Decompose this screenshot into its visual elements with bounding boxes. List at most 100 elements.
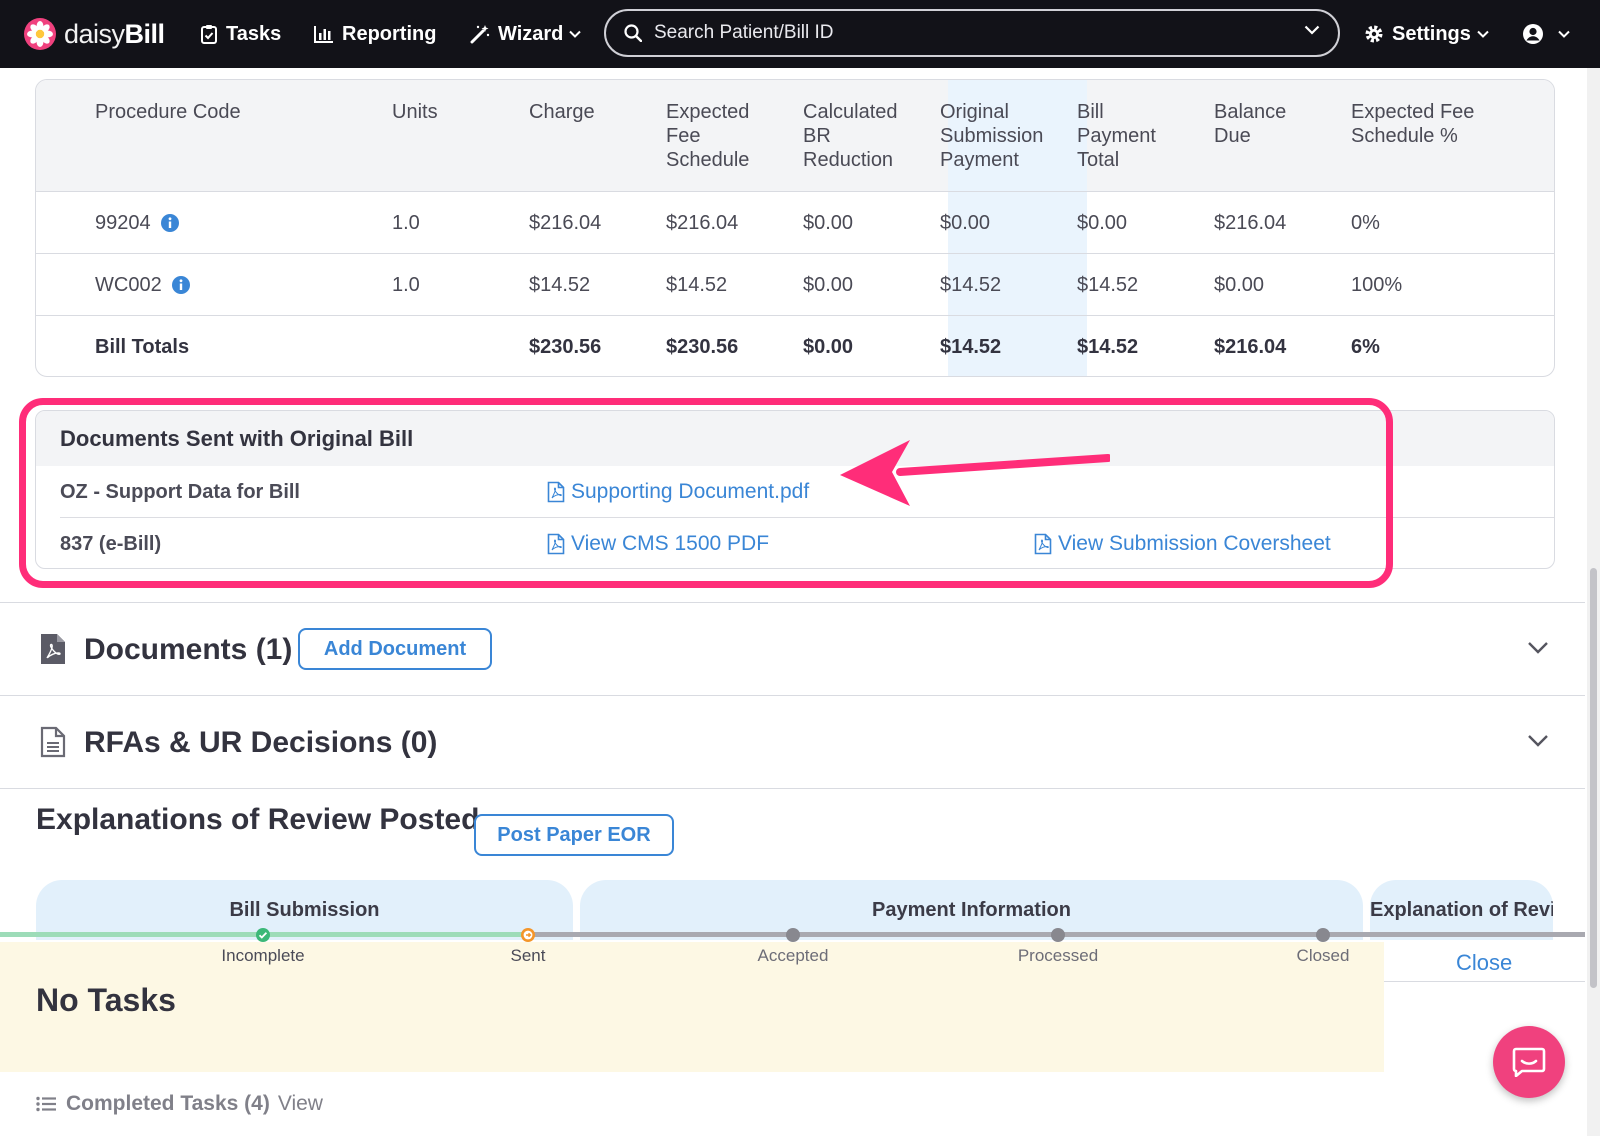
- submission-coversheet-link[interactable]: View Submission Coversheet: [1034, 518, 1331, 568]
- procedure-table: Procedure Code Units Charge Expected Fee…: [35, 79, 1555, 377]
- completed-tasks-row[interactable]: Completed Tasks (4) View: [36, 1088, 323, 1120]
- cell-expected-fee: $216.04: [666, 212, 739, 234]
- document-label: OZ - Support Data for Bill: [60, 481, 300, 503]
- cms-1500-pdf-link[interactable]: View CMS 1500 PDF: [547, 518, 770, 568]
- pdf-document-icon: [41, 634, 65, 664]
- user-avatar-icon: [1523, 24, 1543, 44]
- documents-sent-card: Documents Sent with Original Bill OZ - S…: [35, 410, 1555, 569]
- cell-fee-pct: 100%: [1351, 274, 1403, 296]
- cell-payment-total: $14.52: [1077, 274, 1139, 296]
- brand-name-light: daisy: [64, 18, 125, 49]
- clipboard-check-icon: [201, 25, 217, 44]
- nav-tasks[interactable]: Tasks: [200, 0, 281, 68]
- status-tracker: [0, 928, 1585, 942]
- totals-label: Bill Totals: [95, 336, 190, 358]
- cell-br-reduction: $0.00: [803, 274, 854, 296]
- chat-launcher-button[interactable]: [1493, 1026, 1565, 1098]
- nav-reporting[interactable]: Reporting: [314, 0, 436, 68]
- search-input[interactable]: Search Patient/Bill ID: [654, 22, 834, 44]
- header-expected-fee: Expected Fee Schedule: [666, 101, 750, 171]
- chevron-down-icon[interactable]: [1527, 641, 1549, 655]
- document-icon: [40, 726, 66, 758]
- chevron-down-icon[interactable]: [1304, 25, 1320, 35]
- step-complete-dot: [256, 928, 270, 942]
- step-label-sent: Sent: [510, 946, 546, 965]
- step-label-accepted: Accepted: [757, 946, 829, 965]
- cell-orig-payment: $0.00: [940, 212, 991, 234]
- scrollbar[interactable]: [1587, 68, 1600, 1136]
- cell-payment-total: $0.00: [1077, 212, 1128, 234]
- cell-orig-payment: $14.52: [940, 274, 1002, 296]
- scrollbar-thumb[interactable]: [1590, 568, 1597, 988]
- rfas-section-title: RFAs & UR Decisions (0): [84, 726, 438, 759]
- info-icon[interactable]: [171, 276, 190, 294]
- section-divider: [0, 788, 1585, 789]
- cell-code: 99204: [95, 192, 179, 254]
- procedure-code: WC002: [95, 274, 162, 296]
- step-label-processed: Processed: [1017, 946, 1099, 965]
- bar-chart-icon: [314, 26, 333, 43]
- submission-coversheet-label: View Submission Coversheet: [1058, 532, 1331, 555]
- cell-balance-due: $0.00: [1214, 274, 1265, 296]
- arrow-right-icon: [523, 930, 533, 940]
- nav-wizard[interactable]: Wizard: [470, 0, 582, 68]
- total-br-reduction: $0.00: [803, 336, 854, 358]
- search-bar[interactable]: Search Patient/Bill ID: [604, 9, 1340, 57]
- tasks-panel: [0, 942, 1384, 1072]
- brand-logo[interactable]: daisyBill: [24, 18, 165, 50]
- total-orig-payment: $14.52: [940, 336, 1002, 358]
- chevron-down-icon: [1558, 30, 1570, 38]
- rfas-section[interactable]: RFAs & UR Decisions (0): [0, 695, 1585, 788]
- list-item: 837 (e-Bill) View CMS 1500 PDF View Subm…: [60, 518, 1554, 568]
- documents-section[interactable]: Documents (1) Add Document: [0, 602, 1585, 695]
- cell-charge: $14.52: [529, 274, 591, 296]
- chevron-down-icon: [569, 30, 582, 38]
- total-fee-pct: 6%: [1351, 336, 1380, 358]
- chevron-down-icon: [1477, 30, 1489, 38]
- cell-units: 1.0: [392, 274, 420, 296]
- nav-settings[interactable]: Settings: [1364, 0, 1489, 68]
- nav-wizard-label: Wizard: [498, 22, 564, 45]
- close-button[interactable]: Close: [1456, 946, 1512, 980]
- brand-name-bold: Bill: [124, 18, 166, 49]
- step-label-incomplete: Incomplete: [221, 946, 305, 965]
- nav-settings-label: Settings: [1392, 22, 1471, 45]
- supporting-document-link[interactable]: Supporting Document.pdf: [547, 466, 809, 518]
- top-navbar: daisyBill Tasks Reporting Wizard Search …: [0, 0, 1600, 68]
- header-charge: Charge: [529, 101, 595, 123]
- step-pending-dot: [1051, 928, 1065, 942]
- cell-expected-fee: $14.52: [666, 274, 728, 296]
- chevron-down-icon[interactable]: [1527, 734, 1549, 748]
- table-header: Procedure Code Units Charge Expected Fee…: [36, 80, 1554, 192]
- total-payment-total: $14.52: [1077, 336, 1139, 358]
- header-br-reduction: Calculated BR Reduction: [803, 101, 898, 171]
- header-orig-payment: Original Submission Payment: [940, 101, 1044, 171]
- eor-section-title: Explanations of Review Posted: [36, 803, 480, 836]
- total-expected-fee: $230.56: [666, 336, 739, 358]
- step-current-dot: [521, 928, 535, 942]
- daisy-flower-icon: [24, 18, 56, 50]
- header-payment-total: Bill Payment Total: [1077, 101, 1156, 171]
- header-procedure-code: Procedure Code: [95, 101, 241, 123]
- add-document-button[interactable]: Add Document: [298, 628, 492, 670]
- no-tasks-message: No Tasks: [36, 982, 176, 1018]
- cell-balance-due: $216.04: [1214, 212, 1287, 234]
- document-label: 837 (e-Bill): [60, 533, 162, 555]
- search-icon: [624, 24, 642, 42]
- total-charge: $230.56: [529, 336, 602, 358]
- supporting-document-label: Supporting Document.pdf: [571, 480, 810, 503]
- pdf-file-icon: [547, 481, 565, 503]
- completed-tasks-view-link[interactable]: View: [278, 1092, 323, 1116]
- info-icon[interactable]: [160, 214, 179, 232]
- list-item: OZ - Support Data for Bill Supporting Do…: [60, 466, 1554, 518]
- pdf-file-icon: [1034, 533, 1052, 555]
- magic-wand-icon: [470, 25, 490, 44]
- pdf-file-icon: [547, 533, 565, 555]
- cms-1500-pdf-label: View CMS 1500 PDF: [571, 532, 770, 555]
- documents-section-title: Documents (1): [84, 633, 293, 666]
- header-fee-pct: Expected Fee Schedule %: [1351, 101, 1475, 147]
- post-paper-eor-button[interactable]: Post Paper EOR: [474, 814, 674, 856]
- user-menu[interactable]: [1522, 0, 1570, 68]
- cell-fee-pct: 0%: [1351, 212, 1380, 234]
- total-balance-due: $216.04: [1214, 336, 1287, 358]
